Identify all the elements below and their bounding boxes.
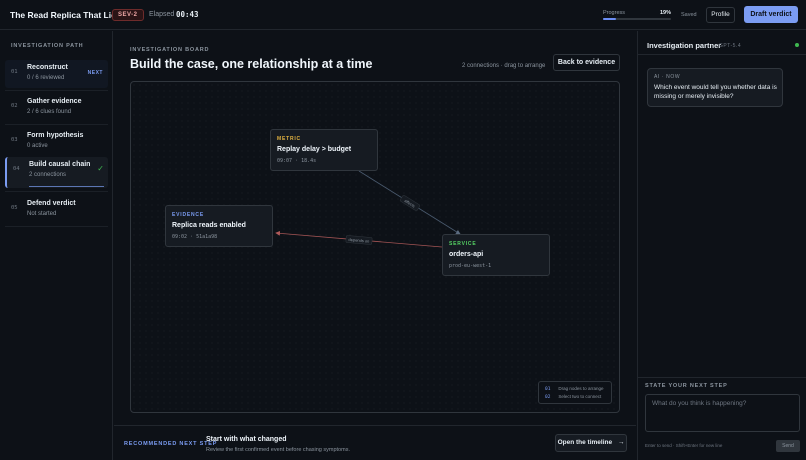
- step-number: 05: [11, 205, 18, 211]
- legend-row: 01 Drag nodes to arrange: [545, 386, 604, 392]
- investigation-canvas[interactable]: affects depends on METRIC Replay delay >…: [130, 81, 620, 413]
- open-timeline-label: Open the timeline: [557, 439, 613, 446]
- back-to-evidence-button[interactable]: Back to evidence: [553, 54, 620, 71]
- app-title: The Read Replica That Lied: [10, 10, 121, 20]
- progress-bar-fill: [603, 18, 616, 20]
- node-meta: prod-eu-west-1: [449, 263, 492, 269]
- step-title: Build causal chain: [29, 161, 91, 168]
- open-timeline-button[interactable]: Open the timeline →: [555, 434, 627, 452]
- partner-title: Investigation partner: [647, 41, 722, 50]
- sidebar-step-reconstruct[interactable]: 01 Reconstruct 0 / 6 reviewed NEXT: [5, 60, 108, 88]
- elapsed-label: Elapsed: [149, 11, 175, 18]
- message-author: AI · NOW: [654, 74, 681, 80]
- step-number: 04: [13, 166, 20, 172]
- sidebar-step-defend-verdict[interactable]: 05 Defend verdict Not started: [5, 196, 108, 224]
- step-subtitle: 0 / 6 reviewed: [27, 75, 65, 81]
- recommended-title: Start with what changed: [206, 436, 287, 443]
- node-metric[interactable]: METRIC Replay delay > budget 09:07 · 18.…: [270, 129, 378, 171]
- recommended-subtitle: Review the first confirmed event before …: [206, 447, 350, 453]
- node-kind: SERVICE: [449, 241, 477, 247]
- step-number: 03: [11, 137, 18, 143]
- node-title: orders-api: [449, 251, 484, 258]
- edge-label-affects: affects: [399, 195, 421, 211]
- node-meta: 09:07 · 18.4s: [277, 158, 317, 164]
- next-step-input[interactable]: [645, 394, 800, 432]
- divider: [638, 377, 806, 378]
- progress-percent: 19%: [660, 10, 672, 16]
- step-number: 02: [11, 103, 18, 109]
- step-title: Gather evidence: [27, 98, 82, 105]
- node-kind: EVIDENCE: [172, 212, 204, 218]
- input-hint: Enter to send · Shift+Enter for new line: [645, 443, 723, 448]
- board-label: INVESTIGATION BOARD: [130, 47, 210, 53]
- node-kind: METRIC: [277, 136, 301, 142]
- online-status-icon: [795, 43, 799, 47]
- node-title: Replay delay > budget: [277, 146, 352, 153]
- next-step-label: STATE YOUR NEXT STEP: [645, 383, 728, 389]
- page-title: Build the case, one relationship at a ti…: [130, 57, 373, 71]
- step-subtitle: 2 connections: [29, 172, 67, 178]
- canvas-legend: 01 Drag nodes to arrange 02 Select two to …: [538, 381, 612, 404]
- divider: [5, 90, 108, 91]
- sidebar-heading: INVESTIGATION PATH: [11, 43, 84, 49]
- check-icon: ✓: [97, 164, 104, 173]
- top-bar: The Read Replica That Lied SEV-2 Elapsed…: [0, 0, 806, 30]
- edge-label-depends-on: depends on: [345, 235, 373, 245]
- ai-message: AI · NOW Which event would tell you whet…: [647, 68, 783, 107]
- sidebar-step-build-causal-chain[interactable]: 04 Build causal chain 2 connections ✓: [5, 157, 108, 188]
- investigation-path-sidebar: INVESTIGATION PATH 01 Reconstruct 0 / 6 …: [0, 31, 113, 460]
- send-button[interactable]: Send: [776, 440, 800, 452]
- sidebar-step-gather-evidence[interactable]: 02 Gather evidence 2 / 6 clues found: [5, 94, 108, 122]
- step-title: Form hypothesis: [27, 132, 84, 139]
- next-badge: NEXT: [87, 70, 103, 76]
- elapsed-timer: 00:43: [176, 10, 199, 19]
- saved-status: Saved: [681, 12, 697, 18]
- severity-badge: SEV-2: [112, 9, 144, 21]
- divider: [5, 191, 108, 192]
- draft-verdict-button[interactable]: Draft verdict: [744, 6, 798, 23]
- step-title: Reconstruct: [27, 64, 68, 71]
- node-service[interactable]: SERVICE orders-api prod-eu-west-1: [442, 234, 550, 276]
- sidebar-step-form-hypothesis[interactable]: 03 Form hypothesis 0 active: [5, 128, 108, 156]
- step-subtitle: 0 active: [27, 143, 48, 149]
- node-meta: 09:02 · 51a1a98: [172, 234, 218, 240]
- step-progress-underline: [29, 186, 104, 187]
- main-board-area: INVESTIGATION BOARD Build the case, one …: [114, 31, 636, 460]
- step-subtitle: 2 / 6 clues found: [27, 109, 72, 115]
- profile-button[interactable]: Profile: [706, 7, 735, 23]
- arrow-right-icon: →: [617, 439, 625, 446]
- progress-bar: [603, 18, 671, 20]
- step-number: 01: [11, 69, 18, 75]
- recommended-label: RECOMMENDED NEXT STEP: [124, 441, 218, 447]
- step-subtitle: Not started: [27, 211, 57, 217]
- message-text: Which event would tell you whether data …: [654, 84, 777, 100]
- investigation-partner-panel: Investigation partner GPT-5.4 AI · NOW W…: [637, 31, 806, 460]
- progress-label: Progress: [603, 10, 626, 16]
- node-title: Replica reads enabled: [172, 222, 246, 229]
- model-badge: GPT-5.4: [719, 43, 742, 49]
- legend-row: 02 Select two to connect: [545, 394, 602, 400]
- divider: [5, 124, 108, 125]
- divider: [5, 226, 108, 227]
- step-title: Defend verdict: [27, 200, 76, 207]
- connections-hint: 2 connections · drag to arrange: [462, 63, 546, 69]
- node-evidence[interactable]: EVIDENCE Replica reads enabled 09:02 · 5…: [165, 205, 273, 247]
- recommended-next-step-bar: RECOMMENDED NEXT STEP Start with what ch…: [114, 425, 636, 460]
- divider: [638, 54, 806, 55]
